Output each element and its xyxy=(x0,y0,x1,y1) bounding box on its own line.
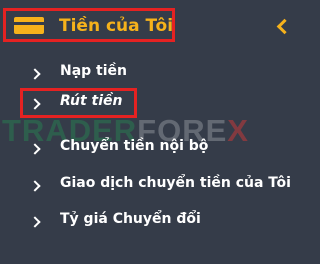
menu-item-exchange-rate[interactable]: Tỷ giá Chuyển đổi xyxy=(0,208,300,238)
menu-item-label: Giao dịch chuyển tiền của Tôi xyxy=(60,175,291,191)
menu-item-label: Chuyển tiền nội bộ xyxy=(60,138,209,154)
menu-item-internal-transfer[interactable]: Chuyển tiền nội bộ xyxy=(0,135,300,165)
chevron-left-icon[interactable] xyxy=(276,18,293,35)
chevron-right-icon xyxy=(29,68,41,80)
menu-item-label: Nạp tiền xyxy=(60,63,128,79)
menu-title: Tiền của Tôi xyxy=(59,16,174,36)
header-highlight-box: Tiền của Tôi xyxy=(3,8,175,42)
chevron-right-icon xyxy=(29,143,41,155)
chevron-right-icon xyxy=(29,180,41,192)
menu-item-my-transfers[interactable]: Giao dịch chuyển tiền của Tôi xyxy=(0,172,300,202)
menu-header[interactable]: Tiền của Tôi xyxy=(3,8,293,48)
chevron-right-icon xyxy=(29,216,41,228)
wallet-icon xyxy=(14,17,44,34)
menu-item-label: Tỷ giá Chuyển đổi xyxy=(60,211,201,227)
menu-item-deposit[interactable]: Nạp tiền xyxy=(0,60,300,90)
